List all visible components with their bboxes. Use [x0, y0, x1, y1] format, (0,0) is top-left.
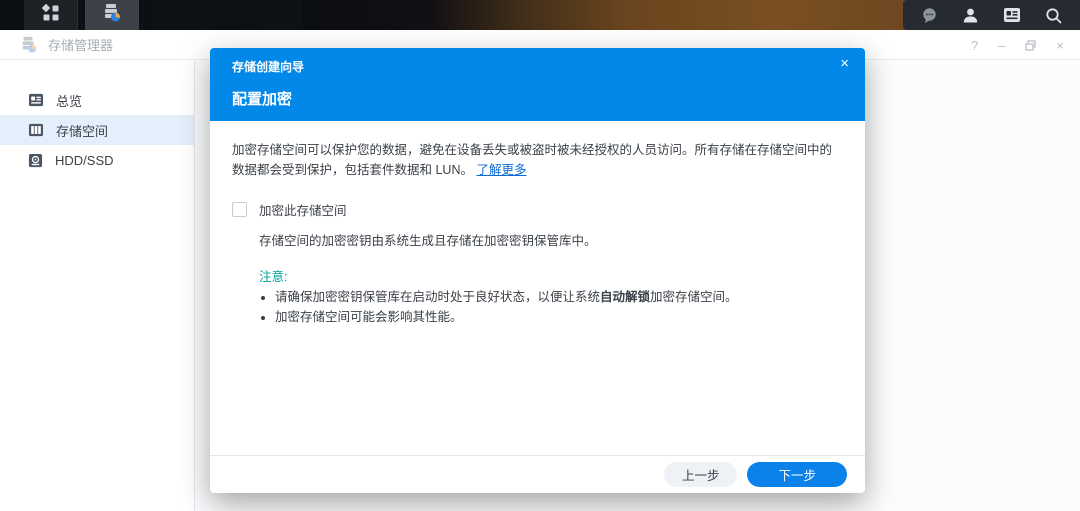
restore-button[interactable]: [1025, 40, 1036, 51]
taskbar: [0, 0, 1080, 30]
encrypt-volume-checkbox-label: 加密此存储空间: [259, 200, 347, 219]
encrypt-volume-checkbox-row[interactable]: 加密此存储空间: [232, 200, 843, 219]
step-title: 配置加密: [232, 88, 292, 109]
search-icon[interactable]: [1039, 0, 1069, 30]
sidebar-item-hdd-ssd[interactable]: HDD/SSD: [0, 145, 194, 175]
sidebar-item-label: 存储空间: [56, 121, 108, 140]
close-icon[interactable]: ×: [840, 55, 849, 72]
note-text-bold: 自动解锁: [600, 290, 650, 304]
user-icon[interactable]: [956, 0, 986, 30]
disk-icon: [28, 153, 43, 168]
window-title: 存储管理器: [48, 35, 113, 54]
sidebar-item-label: HDD/SSD: [55, 153, 114, 168]
previous-step-button[interactable]: 上一步: [664, 462, 738, 487]
storage-creation-wizard-dialog: 存储创建向导 × 配置加密 加密存储空间可以保护您的数据，避免在设备丢失或被盗时…: [210, 48, 865, 493]
note-text: 加密存储空间可能会影响其性能。: [275, 310, 463, 324]
storage-manager-icon: [102, 3, 122, 28]
dialog-footer: 上一步 下一步: [210, 455, 865, 493]
intro-text: 加密存储空间可以保护您的数据，避免在设备丢失或被盗时被未经授权的人员访问。所有存…: [232, 143, 832, 177]
volume-icon: [28, 123, 44, 137]
encryption-key-description: 存储空间的加密密钥由系统生成且存储在加密密钥保管库中。: [259, 232, 843, 251]
help-button[interactable]: ?: [971, 39, 978, 52]
learn-more-link[interactable]: 了解更多: [476, 163, 526, 177]
note-text: 加密存储空间。: [650, 290, 738, 304]
sidebar-item-storage-pool[interactable]: 存储空间: [0, 115, 194, 145]
system-tray: [903, 0, 1080, 30]
window-controls: ? – ×: [971, 30, 1064, 60]
app-launcher-icon: [42, 4, 60, 27]
widgets-icon[interactable]: [997, 0, 1027, 30]
dialog-header: 存储创建向导 × 配置加密: [210, 48, 865, 121]
note-item: 加密存储空间可能会影响其性能。: [275, 308, 843, 327]
note-item: 请确保加密密钥保管库在启动时处于良好状态，以便让系统自动解锁加密存储空间。: [275, 288, 843, 307]
note-label: 注意:: [259, 266, 843, 285]
overview-icon: [28, 93, 44, 107]
main-menu-button[interactable]: [24, 0, 78, 30]
sidebar-item-overview[interactable]: 总览: [0, 85, 194, 115]
note-list: 请确保加密密钥保管库在启动时处于良好状态，以便让系统自动解锁加密存储空间。 加密…: [259, 288, 843, 327]
encrypt-volume-checkbox[interactable]: [232, 202, 247, 217]
sidebar-item-label: 总览: [56, 91, 82, 110]
sidebar: 总览 存储空间 HDD/SSD: [0, 61, 195, 511]
next-step-button[interactable]: 下一步: [747, 462, 847, 487]
encryption-intro-text: 加密存储空间可以保护您的数据，避免在设备丢失或被盗时被未经授权的人员访问。所有存…: [232, 140, 843, 180]
storage-manager-window-icon: [20, 36, 38, 54]
storage-manager-task-button[interactable]: [85, 0, 139, 30]
note-text: 请确保加密密钥保管库在启动时处于良好状态，以便让系统: [275, 290, 600, 304]
chat-icon[interactable]: [914, 0, 944, 30]
minimize-button[interactable]: –: [998, 39, 1005, 52]
close-window-button[interactable]: ×: [1056, 39, 1064, 52]
wizard-title: 存储创建向导: [232, 58, 304, 75]
dialog-body: 加密存储空间可以保护您的数据，避免在设备丢失或被盗时被未经授权的人员访问。所有存…: [210, 121, 865, 326]
